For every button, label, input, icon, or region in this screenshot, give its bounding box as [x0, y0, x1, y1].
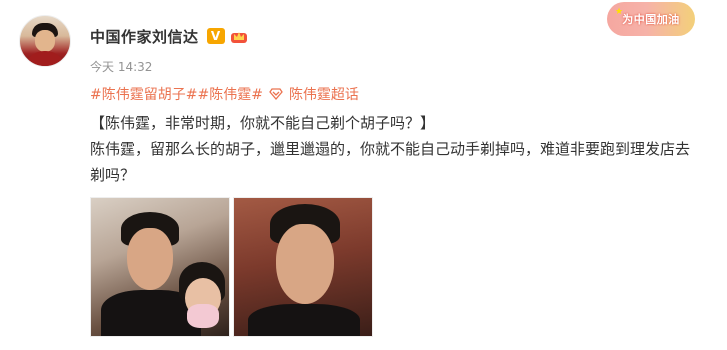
topic-row: #陈伟霆留胡子# #陈伟霆# 陈伟霆超话 — [90, 84, 359, 104]
post-time: 今天 14:32 — [90, 60, 153, 74]
photo1-face — [127, 228, 173, 290]
post-body: 陈伟霆，留那么长的胡子，邋里邋遢的，你就不能自己动手剃掉吗，难道非要跑到理发店去… — [90, 140, 691, 184]
avatar-face — [35, 30, 55, 52]
author-row: 中国作家刘信达 V — [90, 25, 248, 47]
flag-star-icon: ★ — [615, 7, 624, 17]
super-topic-diamond-icon — [269, 88, 283, 100]
topic-link-beard[interactable]: #陈伟霆留胡子# — [90, 84, 197, 104]
photo2-face — [276, 224, 334, 304]
photo2-body — [248, 304, 360, 336]
avatar-shirt — [24, 51, 66, 66]
campaign-banner-text: 为中国加油 — [622, 13, 680, 26]
topic-link-name[interactable]: #陈伟霆# — [197, 84, 262, 104]
verified-v-icon: V — [206, 28, 225, 44]
member-crown-icon — [230, 32, 247, 43]
post-headline: 【陈伟霆，非常时期，你就不能自己剃个胡子吗？】 — [90, 114, 436, 132]
campaign-banner[interactable]: ★ 为中国加油 — [607, 2, 695, 36]
author-avatar[interactable] — [19, 15, 71, 67]
author-name[interactable]: 中国作家刘信达 — [90, 26, 199, 47]
post-image-2[interactable] — [233, 197, 373, 337]
post-content: 【陈伟霆，非常时期，你就不能自己剃个胡子吗？】 陈伟霆，留那么长的胡子，邋里邋遢… — [90, 110, 700, 188]
super-topic-link[interactable]: 陈伟霆超话 — [289, 84, 359, 104]
photo1-child-mask — [187, 304, 219, 328]
post-image-1[interactable] — [90, 197, 230, 337]
